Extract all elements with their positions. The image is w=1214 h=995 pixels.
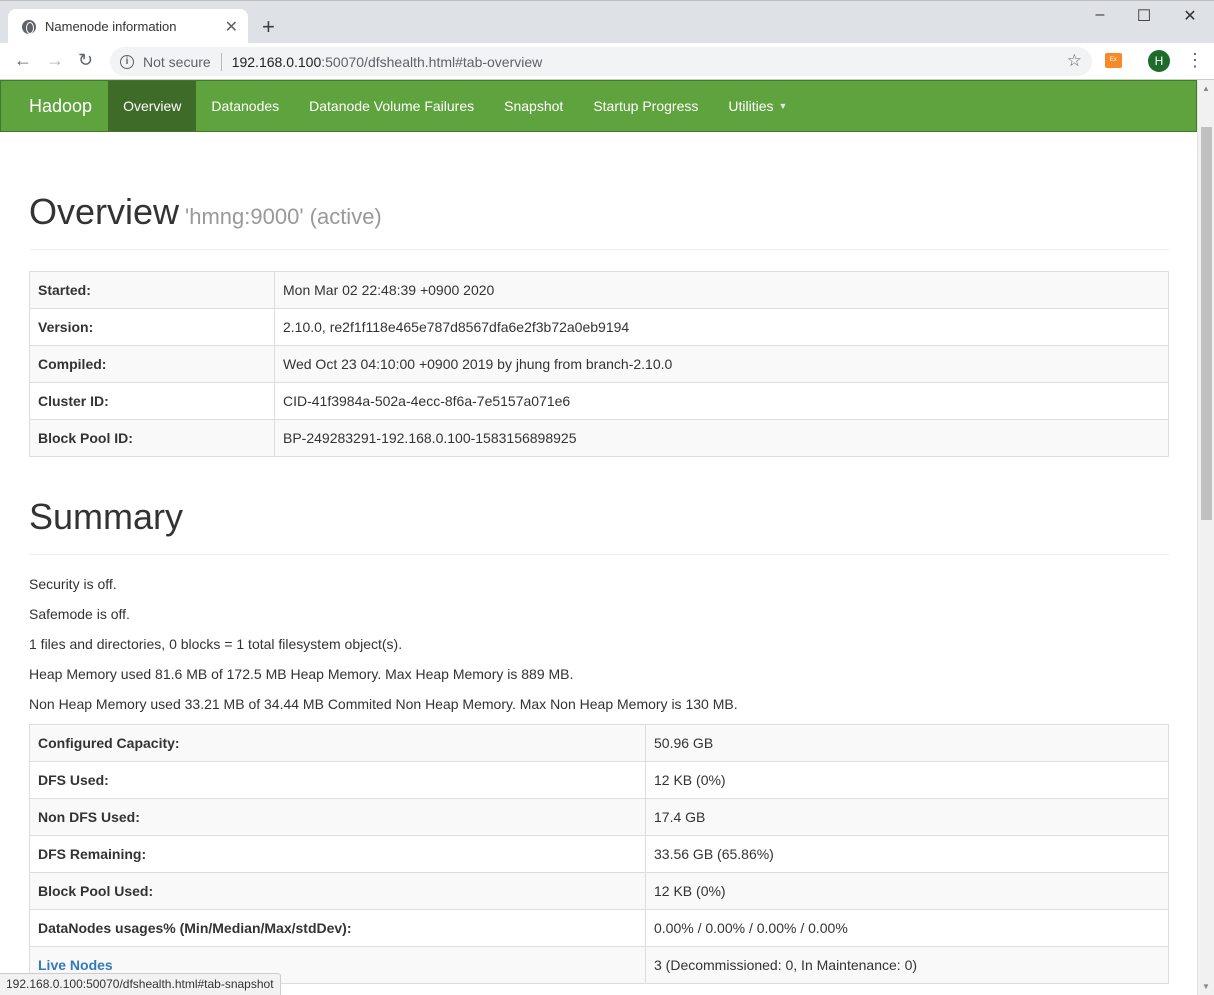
row-key: DFS Remaining: [29,835,646,873]
nav-overview[interactable]: Overview [108,81,197,131]
overview-subtitle: 'hmng:9000' (active) [185,204,382,229]
row-value: CID-41f3984a-502a-4ecc-8f6a-7e5157a071e6 [274,382,1169,420]
table-row: Started: Mon Mar 02 22:48:39 +0900 2020 [29,271,1169,309]
nav-utilities-label: Utilities [728,98,774,114]
table-row: Non DFS Used: 17.4 GB [29,798,1169,836]
reload-icon[interactable]: ↻ [78,50,93,71]
table-row: Cluster ID: CID-41f3984a-502a-4ecc-8f6a-… [29,382,1169,420]
extension-icon[interactable]: ᴱˣ [1105,53,1122,68]
new-tab-icon[interactable]: + [262,14,275,40]
close-window-icon[interactable]: ✕ [1180,6,1200,26]
globe-icon [22,19,36,34]
overview-heading: Overview'hmng:9000' (active) [29,192,1169,232]
row-value: Mon Mar 02 22:48:39 +0900 2020 [274,271,1169,309]
navbar-brand[interactable]: Hadoop [1,81,108,131]
info-icon[interactable]: i [120,54,134,69]
row-value: 17.4 GB [645,798,1169,836]
row-value: 12 KB (0%) [645,872,1169,910]
row-key: Non DFS Used: [29,798,646,836]
row-key: Block Pool ID: [29,419,275,457]
row-key: DFS Used: [29,761,646,799]
scroll-up-icon[interactable]: ▲ [1202,84,1210,93]
overview-title: Overview [29,191,180,232]
table-row: DFS Remaining: 33.56 GB (65.86%) [29,835,1169,873]
bookmark-star-icon[interactable]: ☆ [1067,51,1082,71]
row-key: Compiled: [29,345,275,383]
hadoop-navbar: Hadoop Overview Datanodes Datanode Volum… [0,80,1197,132]
browser-tab[interactable]: Namenode information ✕ [8,9,248,44]
row-value: 0.00% / 0.00% / 0.00% / 0.00% [645,909,1169,947]
row-value: BP-249283291-192.168.0.100-1583156898925 [274,419,1169,457]
divider [29,554,1169,555]
scroll-down-icon[interactable]: ▼ [1202,982,1210,991]
nav-startup-progress[interactable]: Startup Progress [578,81,713,131]
table-row: Version: 2.10.0, re2f1f118e465e787d8567d… [29,308,1169,346]
table-row: Compiled: Wed Oct 23 04:10:00 +0900 2019… [29,345,1169,383]
table-row: DFS Used: 12 KB (0%) [29,761,1169,799]
caret-down-icon: ▼ [778,101,788,111]
nav-datanode-volume-failures[interactable]: Datanode Volume Failures [294,81,489,131]
table-row: Configured Capacity: 50.96 GB [29,724,1169,762]
row-key: Block Pool Used: [29,872,646,910]
row-value: 50.96 GB [645,724,1169,762]
tab-title: Namenode information [45,19,177,34]
summary-line: 1 files and directories, 0 blocks = 1 to… [29,636,403,652]
overview-table: Started: Mon Mar 02 22:48:39 +0900 2020 … [29,271,1169,457]
main-content: Overview'hmng:9000' (active) Started: Mo… [29,132,1169,984]
row-value: Wed Oct 23 04:10:00 +0900 2019 by jhung … [274,345,1169,383]
row-key: Version: [29,308,275,346]
summary-table: Configured Capacity: 50.96 GB DFS Used: … [29,724,1169,984]
browser-toolbar: ← → ↻ i Not secure 192.168.0.100:50070/d… [0,43,1214,80]
nav-datanodes[interactable]: Datanodes [196,81,294,131]
security-label[interactable]: Not secure [143,54,211,70]
nav-snapshot[interactable]: Snapshot [489,81,578,131]
menu-kebab-icon[interactable]: ⋮ [1186,50,1204,71]
browser-tab-strip: Namenode information ✕ + – ☐ ✕ [0,0,1214,44]
summary-line: Heap Memory used 81.6 MB of 172.5 MB Hea… [29,666,574,682]
url-path: :50070/dfshealth.html#tab-overview [321,53,543,70]
summary-line: Non Heap Memory used 33.21 MB of 34.44 M… [29,696,738,712]
row-value: 33.56 GB (65.86%) [645,835,1169,873]
forward-icon[interactable]: → [46,50,64,71]
row-value: 2.10.0, re2f1f118e465e787d8567dfa6e2f3b7… [274,308,1169,346]
live-nodes-link[interactable]: Live Nodes [38,957,113,973]
maximize-icon[interactable]: ☐ [1134,6,1154,26]
back-icon[interactable]: ← [14,50,32,71]
divider [29,249,1169,250]
row-value: 3 (Decommissioned: 0, In Maintenance: 0) [645,946,1169,984]
minimize-icon[interactable]: – [1090,6,1110,24]
page-viewport: Hadoop Overview Datanodes Datanode Volum… [0,80,1197,995]
table-row: DataNodes usages% (Min/Median/Max/stdDev… [29,909,1169,947]
row-value: 12 KB (0%) [645,761,1169,799]
table-row: Block Pool ID: BP-249283291-192.168.0.10… [29,419,1169,457]
url-host: 192.168.0.100 [231,53,322,70]
row-key: Configured Capacity: [29,724,646,762]
row-key: Started: [29,271,275,309]
summary-heading: Summary [29,496,184,537]
scrollbar-thumb[interactable] [1201,127,1212,520]
status-bar-url: 192.168.0.100:50070/dfshealth.html#tab-s… [0,973,281,995]
vertical-scrollbar[interactable]: ▲ ▼ [1197,80,1214,995]
close-tab-icon[interactable]: ✕ [225,17,238,37]
row-key: Cluster ID: [29,382,275,420]
summary-line: Safemode is off. [29,606,130,622]
summary-line: Security is off. [29,576,117,592]
nav-utilities[interactable]: Utilities ▼ [713,81,802,131]
avatar[interactable]: H [1148,50,1170,72]
divider [220,52,222,71]
address-bar[interactable]: i Not secure 192.168.0.100:50070/dfsheal… [110,47,1092,76]
row-key: DataNodes usages% (Min/Median/Max/stdDev… [29,909,646,947]
table-row: Block Pool Used: 12 KB (0%) [29,872,1169,910]
